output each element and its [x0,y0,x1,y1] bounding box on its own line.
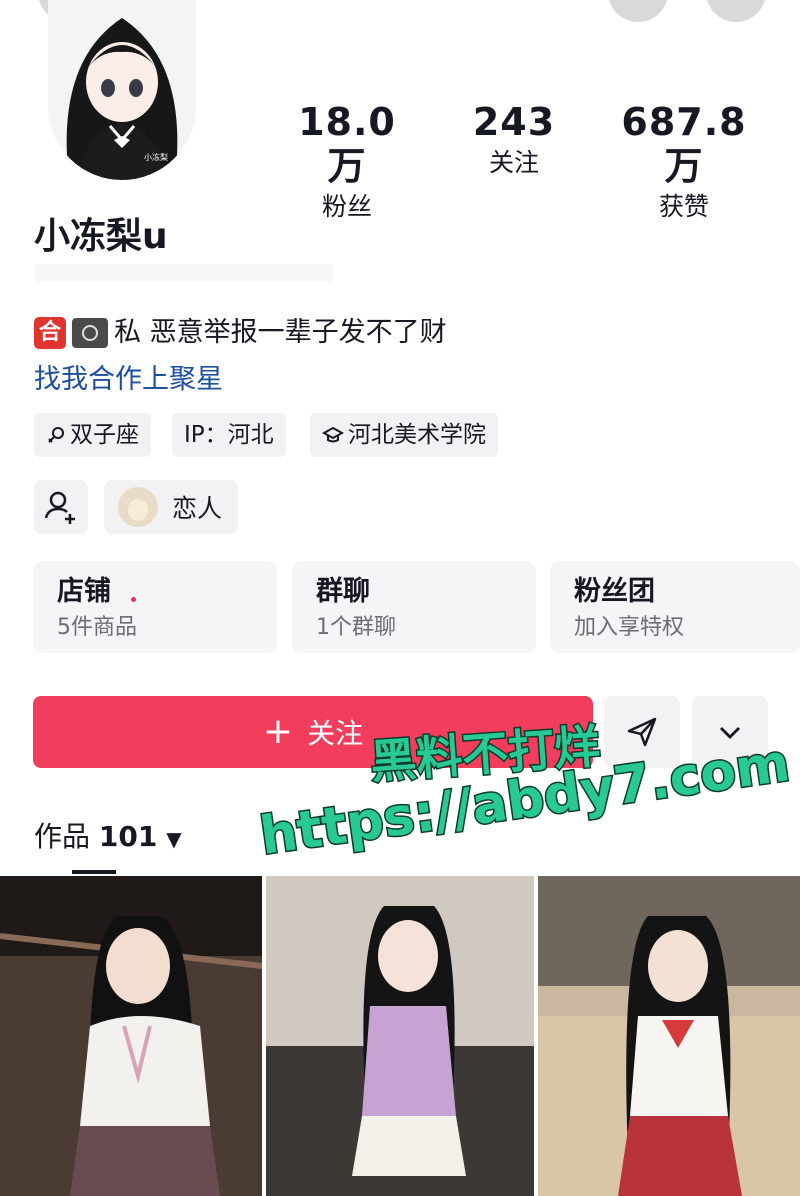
following-label: 关注 [488,148,539,177]
group-chat-title: 群聊 [316,576,370,607]
send-icon [627,717,657,747]
group-chat-subtitle: 1个群聊 [316,615,396,640]
more-button[interactable] [706,0,766,22]
tag-school[interactable]: 河北美术学院 [310,413,498,457]
add-friend-button[interactable] [34,480,88,534]
stat-followers[interactable]: 18.0万 粉丝 [280,100,414,224]
likes-label: 获赞 [658,192,709,221]
shop-card[interactable]: 店铺 5件商品 [33,561,277,653]
following-count: 243 [472,100,556,144]
cooperation-badge-icon: 合 [34,317,66,349]
graduation-cap-icon [322,426,344,443]
stat-likes[interactable]: 687.8万 获赞 [604,100,764,224]
follow-label: 关注 [307,717,364,750]
search-button[interactable] [608,0,668,22]
cooperation-link[interactable]: 找我合作上聚星 [34,360,223,400]
caret-down-icon: ▼ [166,827,182,851]
tag-ip-label: IP：河北 [184,422,274,448]
relation-label: 恋人 [172,494,223,523]
avatar[interactable]: 小冻梨 [48,0,196,180]
works-label: 作品 [34,820,91,853]
bio-line: 合 私 恶意举报一辈子发不了财 [34,313,447,353]
bio-text: 私 恶意举报一辈子发不了财 [114,317,447,348]
video-thumbnail-2[interactable] [266,876,534,1196]
followers-label: 粉丝 [321,192,372,221]
thumbnail-photo [538,876,800,1196]
relation-avatar [118,487,158,527]
thumbnail-photo [266,876,534,1196]
relation-chip[interactable]: 恋人 [104,480,238,534]
profile-name: 小冻梨u [34,216,168,257]
tag-ip: IP：河北 [172,413,286,457]
female-symbol-icon [48,427,64,443]
plus-icon: + [262,711,294,752]
tag-zodiac-label: 双子座 [70,422,139,448]
camera-icon [72,318,108,348]
add-user-icon [44,491,75,524]
group-chat-card[interactable]: 群聊 1个群聊 [292,561,536,653]
avatar-illustration: 小冻梨 [48,0,196,180]
video-thumbnail-3[interactable] [538,876,800,1196]
fan-club-subtitle: 加入享特权 [574,615,685,640]
svg-text:小冻梨: 小冻梨 [144,152,168,162]
stat-following[interactable]: 243 关注 [464,100,564,180]
shop-title: 店铺 [57,576,111,607]
followers-count: 18.0万 [298,100,396,188]
thumbnail-photo [0,876,262,1196]
shop-subtitle: 5件商品 [57,615,137,640]
fan-club-card[interactable]: 粉丝团 加入享特权 [550,561,800,653]
fan-club-title: 粉丝团 [574,576,655,607]
tag-zodiac[interactable]: 双子座 [34,413,151,457]
blurred-id-line [34,264,334,282]
likes-count: 687.8万 [621,100,747,188]
works-tab[interactable]: 作品 101 ▼ [34,817,182,859]
works-count: 101 [98,820,158,853]
tab-indicator [72,870,116,874]
video-thumbnail-1[interactable] [0,876,262,1196]
tag-school-label: 河北美术学院 [348,422,486,448]
notification-dot [131,597,136,602]
